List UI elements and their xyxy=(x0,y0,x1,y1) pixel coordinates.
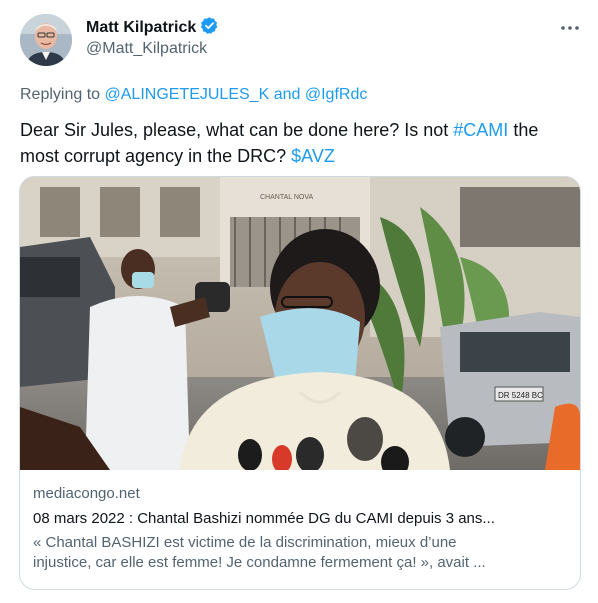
license-plate-text: DR 5248 BC xyxy=(498,391,543,400)
card-domain: mediacongo.net xyxy=(33,485,140,502)
card-description-line1: « Chantal BASHIZI est victime de la disc… xyxy=(33,534,457,551)
card-title: 08 mars 2022 : Chantal Bashizi nommée DG… xyxy=(33,510,495,527)
cashtag-link[interactable]: $AVZ xyxy=(291,146,335,166)
reply-user-link-2[interactable]: @IgfRdc xyxy=(305,86,367,103)
tweet-text: Dear Sir Jules, please, what can be done… xyxy=(20,117,580,169)
author-name[interactable]: Matt Kilpatrick xyxy=(86,19,196,37)
building-sign-text: CHANTAL NOVA xyxy=(260,194,313,201)
more-options-button[interactable] xyxy=(558,18,582,38)
replying-prefix: Replying to xyxy=(20,86,101,103)
tweet-text-part1: Dear Sir Jules, please, what can be done… xyxy=(20,120,449,140)
avatar[interactable] xyxy=(20,14,72,66)
card-image[interactable]: CHANTAL NOVA DR 5248 BC xyxy=(20,177,580,470)
author-handle[interactable]: @Matt_Kilpatrick xyxy=(86,40,207,58)
link-preview-card[interactable]: CHANTAL NOVA DR 5248 BC mediacongo.net 0… xyxy=(19,176,581,590)
reply-conjunction: and xyxy=(273,86,301,103)
author-name-row[interactable]: Matt Kilpatrick xyxy=(86,16,219,40)
replying-to: Replying to @ALINGETEJULES_K and @IgfRdc xyxy=(20,86,367,104)
card-description-line2: injustice, car elle est femme! Je condam… xyxy=(33,554,486,571)
avatar-image xyxy=(20,14,72,66)
verified-badge-icon xyxy=(200,16,219,40)
hashtag-link[interactable]: #CAMI xyxy=(453,120,508,140)
reply-user-link-1[interactable]: @ALINGETEJULES_K xyxy=(105,86,270,103)
more-dots-icon xyxy=(561,26,579,30)
card-meta: mediacongo.net 08 mars 2022 : Chantal Ba… xyxy=(33,484,569,573)
card-photo: CHANTAL NOVA DR 5248 BC xyxy=(20,177,580,470)
card-description: « Chantal BASHIZI est victime de la disc… xyxy=(33,533,569,573)
